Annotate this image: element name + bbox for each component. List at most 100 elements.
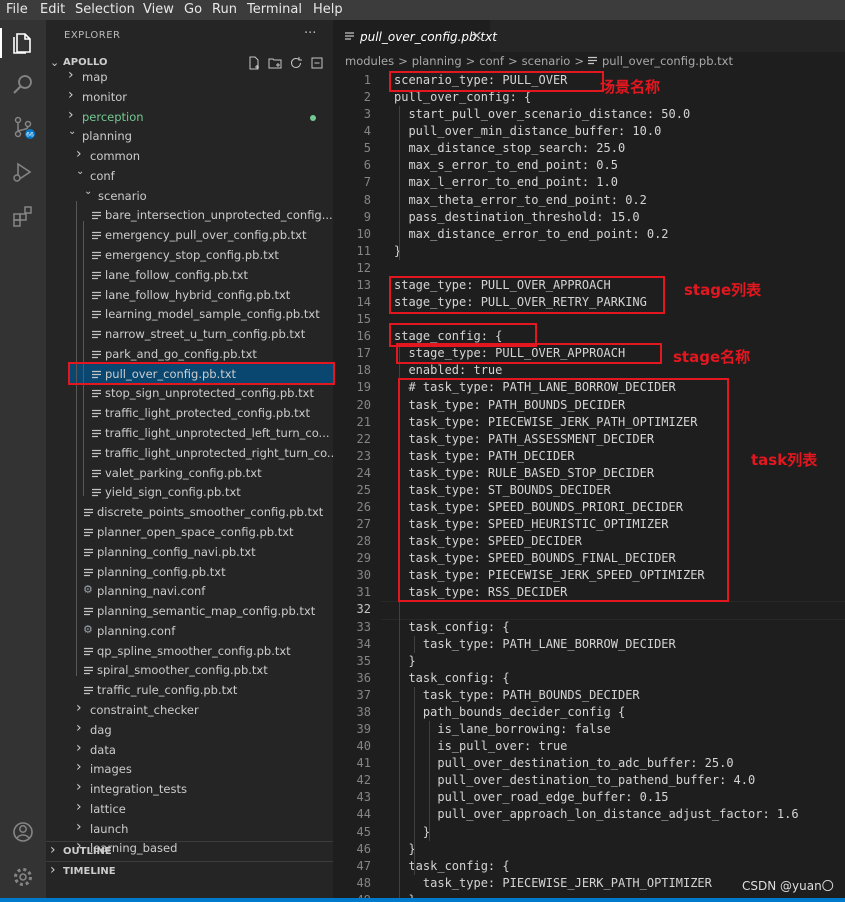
chevron-right-icon: ›	[76, 779, 82, 796]
source-control-icon[interactable]: 66	[11, 115, 35, 139]
folder-images[interactable]: › images	[46, 759, 333, 779]
file-narrow-street-u-turn-config-pb-txt[interactable]: narrow_street_u_turn_config.pb.txt	[46, 324, 333, 344]
code-line: 41 pull_over_destination_to_adc_buffer: …	[333, 755, 845, 772]
folder-map[interactable]: › map	[46, 67, 333, 87]
folder-launch[interactable]: › launch	[46, 819, 333, 839]
tree-item-label: bare_intersection_unprotected_config....	[105, 208, 333, 223]
file-park-and-go-config-pb-txt[interactable]: park_and_go_config.pb.txt	[46, 344, 333, 364]
file-qp-spline-smoother-config-pb-txt[interactable]: qp_spline_smoother_config.pb.txt	[46, 641, 333, 661]
tab-pull-over-config[interactable]: pull_over_config.pb.txt ×	[333, 20, 497, 53]
text-file-icon	[92, 309, 101, 319]
code-line: 6 max_s_error_to_end_point: 0.5	[333, 157, 845, 174]
active-view-indicator	[0, 28, 2, 58]
file-lane-follow-config-pb-txt[interactable]: lane_follow_config.pb.txt	[46, 265, 333, 285]
indent-guide	[414, 686, 415, 875]
breadcrumb-item[interactable]: pull_over_config.pb.txt	[602, 54, 733, 68]
code-text: is_lane_borrowing: false	[394, 722, 611, 737]
code-line: 36 task_config: {	[333, 670, 845, 687]
menu-run[interactable]: Run	[212, 2, 237, 17]
breadcrumb-item[interactable]: conf	[479, 54, 504, 68]
file-traffic-light-protected-config-pb-txt[interactable]: traffic_light_protected_config.pb.txt	[46, 403, 333, 423]
tree-item-label: constraint_checker	[90, 702, 199, 717]
code-text: max_distance_error_to_end_point: 0.2	[394, 226, 669, 241]
menu-edit[interactable]: Edit	[40, 2, 65, 17]
section-timeline[interactable]: › TIMELINE	[46, 861, 333, 882]
tree-item-label: stop_sign_unprotected_config.pb.txt	[105, 386, 314, 401]
file-learning-model-sample-config-pb-txt[interactable]: learning_model_sample_config.pb.txt	[46, 304, 333, 324]
file-spiral-smoother-config-pb-txt[interactable]: spiral_smoother_config.pb.txt	[46, 660, 333, 680]
file-planning-semantic-map-config-pb-txt[interactable]: planning_semantic_map_config.pb.txt	[46, 601, 333, 621]
status-bar	[0, 898, 845, 902]
file-planning-conf[interactable]: ⚙ planning.conf	[46, 621, 333, 641]
breadcrumb-item[interactable]: planning	[412, 54, 462, 68]
menu-file[interactable]: File	[6, 2, 28, 17]
tree-item-label: qp_spline_smoother_config.pb.txt	[97, 643, 291, 658]
folder-integration-tests[interactable]: › integration_tests	[46, 779, 333, 799]
code-text: max_s_error_to_end_point: 0.5	[394, 158, 618, 173]
close-icon[interactable]: ×	[471, 28, 483, 44]
explorer-sidebar: EXPLORER ··· ⌄ APOLLO › map › monitor › perce…	[46, 20, 333, 902]
breadcrumb-item[interactable]: modules	[345, 54, 394, 68]
file-planning-config-navi-pb-txt[interactable]: planning_config_navi.pb.txt	[46, 542, 333, 562]
file-valet-parking-config-pb-txt[interactable]: valet_parking_config.pb.txt	[46, 463, 333, 483]
tree-item-label: emergency_stop_config.pb.txt	[105, 248, 279, 263]
gear-icon: ⚙	[83, 583, 93, 597]
menu-go[interactable]: Go	[184, 2, 202, 17]
code-line: 4 pull_over_min_distance_buffer: 10.0	[333, 123, 845, 140]
folder-lattice[interactable]: › lattice	[46, 799, 333, 819]
annotation-box-active-file	[68, 362, 335, 385]
settings-gear-icon[interactable]	[11, 865, 35, 889]
folder-common[interactable]: › common	[46, 146, 333, 166]
file-discrete-points-smoother-config-pb-txt[interactable]: discrete_points_smoother_config.pb.txt	[46, 502, 333, 522]
file-traffic-rule-config-pb-txt[interactable]: traffic_rule_config.pb.txt	[46, 680, 333, 700]
text-file-icon	[92, 448, 101, 458]
file-bare-intersection-unprotected-config[interactable]: bare_intersection_unprotected_config....	[46, 205, 333, 225]
menu-terminal[interactable]: Terminal	[247, 2, 302, 17]
file-lane-follow-hybrid-config-pb-txt[interactable]: lane_follow_hybrid_config.pb.txt	[46, 285, 333, 305]
line-number: 3	[363, 107, 371, 122]
code-line: 11}	[333, 243, 845, 260]
file-emergency-pull-over-config-pb-txt[interactable]: emergency_pull_over_config.pb.txt	[46, 225, 333, 245]
line-number: 11	[356, 243, 371, 258]
section-outline[interactable]: › OUTLINE	[46, 841, 333, 862]
folder-monitor[interactable]: › monitor	[46, 87, 333, 107]
menu-help[interactable]: Help	[313, 2, 343, 17]
folder-conf[interactable]: ⌄ conf	[46, 166, 333, 186]
file-traffic-light-unprotected-right-turn-co[interactable]: traffic_light_unprotected_right_turn_co.…	[46, 443, 333, 463]
file-planning-config-pb-txt[interactable]: planning_config.pb.txt	[46, 562, 333, 582]
indent-guide	[399, 106, 400, 260]
extensions-icon[interactable]	[11, 204, 35, 228]
breadcrumb-item[interactable]: scenario	[522, 54, 571, 68]
menu-selection[interactable]: Selection	[75, 2, 135, 17]
breadcrumb-separator: >	[507, 54, 518, 68]
code-line: 35 }	[333, 653, 845, 670]
file-emergency-stop-config-pb-txt[interactable]: emergency_stop_config.pb.txt	[46, 245, 333, 265]
folder-perception[interactable]: › perception	[46, 107, 333, 127]
file-planning-navi-conf[interactable]: ⚙ planning_navi.conf	[46, 581, 333, 601]
folder-scenario[interactable]: ⌄ scenario	[46, 186, 333, 206]
folder-data[interactable]: › data	[46, 740, 333, 760]
breadcrumb-separator: >	[574, 54, 584, 68]
file-traffic-light-unprotected-left-turn-co[interactable]: traffic_light_unprotected_left_turn_co..…	[46, 423, 333, 443]
code-text: }	[394, 653, 416, 668]
file-planner-open-space-config-pb-txt[interactable]: planner_open_space_config.pb.txt	[46, 522, 333, 542]
account-icon[interactable]	[11, 820, 35, 844]
tree-item-label: images	[90, 762, 132, 777]
files-icon[interactable]	[11, 31, 35, 55]
search-icon[interactable]	[11, 73, 35, 97]
folder-constraint-checker[interactable]: › constraint_checker	[46, 700, 333, 720]
folder-dag[interactable]: › dag	[46, 720, 333, 740]
more-actions-icon[interactable]: ···	[304, 26, 316, 41]
annotation-box-task-list	[398, 378, 729, 602]
text-file-icon	[84, 685, 93, 695]
folder-planning[interactable]: ⌄ planning	[46, 126, 333, 146]
line-number: 31	[356, 585, 371, 600]
tree-item-label: planning_config_navi.pb.txt	[97, 544, 256, 559]
file-stop-sign-unprotected-config-pb-txt[interactable]: stop_sign_unprotected_config.pb.txt	[46, 383, 333, 403]
line-number: 8	[363, 192, 371, 207]
file-yield-sign-config-pb-txt[interactable]: yield_sign_config.pb.txt	[46, 482, 333, 502]
menu-view[interactable]: View	[143, 2, 174, 17]
text-file-icon	[84, 567, 93, 577]
run-debug-icon[interactable]	[11, 160, 35, 184]
line-number: 10	[356, 226, 371, 241]
